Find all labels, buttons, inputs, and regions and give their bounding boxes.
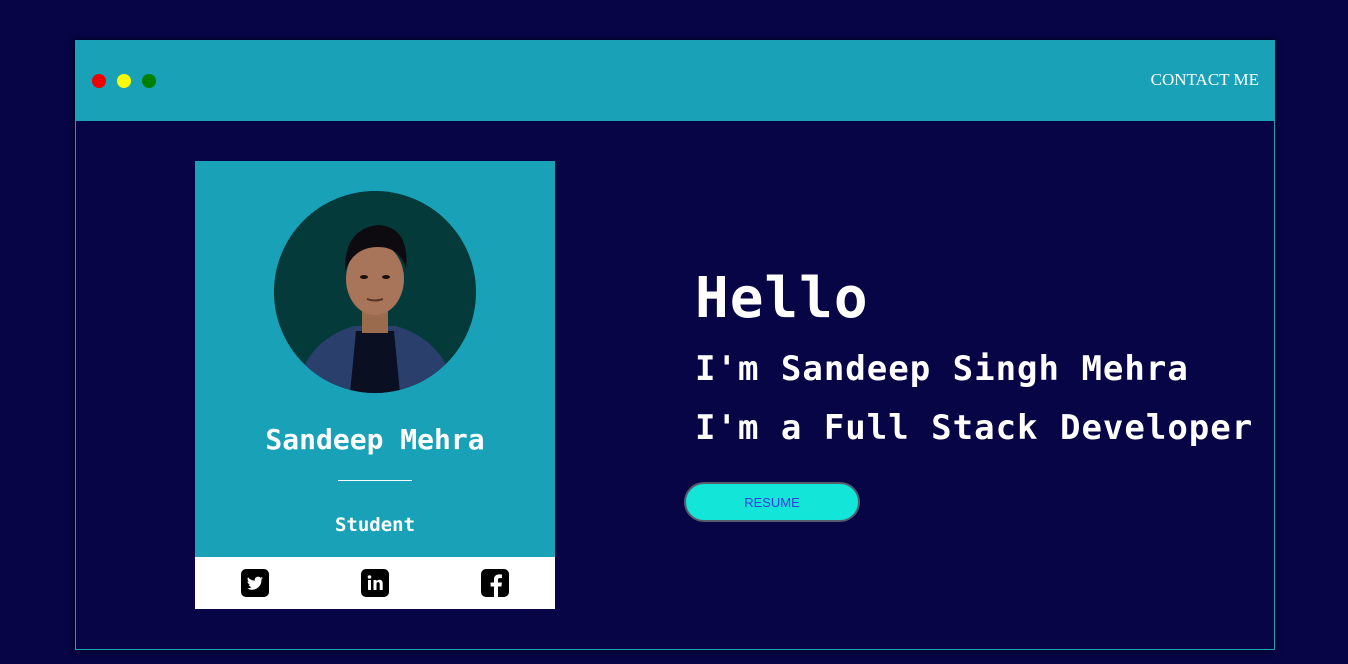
linkedin-icon[interactable]	[361, 569, 389, 597]
divider	[338, 480, 412, 481]
profile-card: Sandeep Mehra Student	[195, 161, 555, 609]
twitter-icon[interactable]	[241, 569, 269, 597]
minimize-dot-icon[interactable]	[117, 74, 131, 88]
maximize-dot-icon[interactable]	[142, 74, 156, 88]
contact-me-link[interactable]: CONTACT ME	[1151, 70, 1259, 90]
close-dot-icon[interactable]	[92, 74, 106, 88]
facebook-icon[interactable]	[481, 569, 509, 597]
profile-photo	[274, 191, 476, 393]
title-bar: CONTACT ME	[76, 41, 1274, 121]
profile-role: Student	[334, 514, 416, 536]
browser-window: CONTACT ME Sandeep Mehra Student Hello I…	[75, 40, 1275, 650]
avatar	[274, 191, 476, 393]
social-links-bar	[195, 557, 555, 609]
resume-button[interactable]: RESUME	[684, 482, 860, 522]
profile-name: Sandeep Mehra	[265, 423, 485, 456]
intro-name-line: I'm Sandeep Singh Mehra	[695, 349, 1189, 389]
intro-role-line: I'm a Full Stack Developer	[695, 408, 1254, 448]
greeting-heading: Hello	[695, 266, 869, 331]
